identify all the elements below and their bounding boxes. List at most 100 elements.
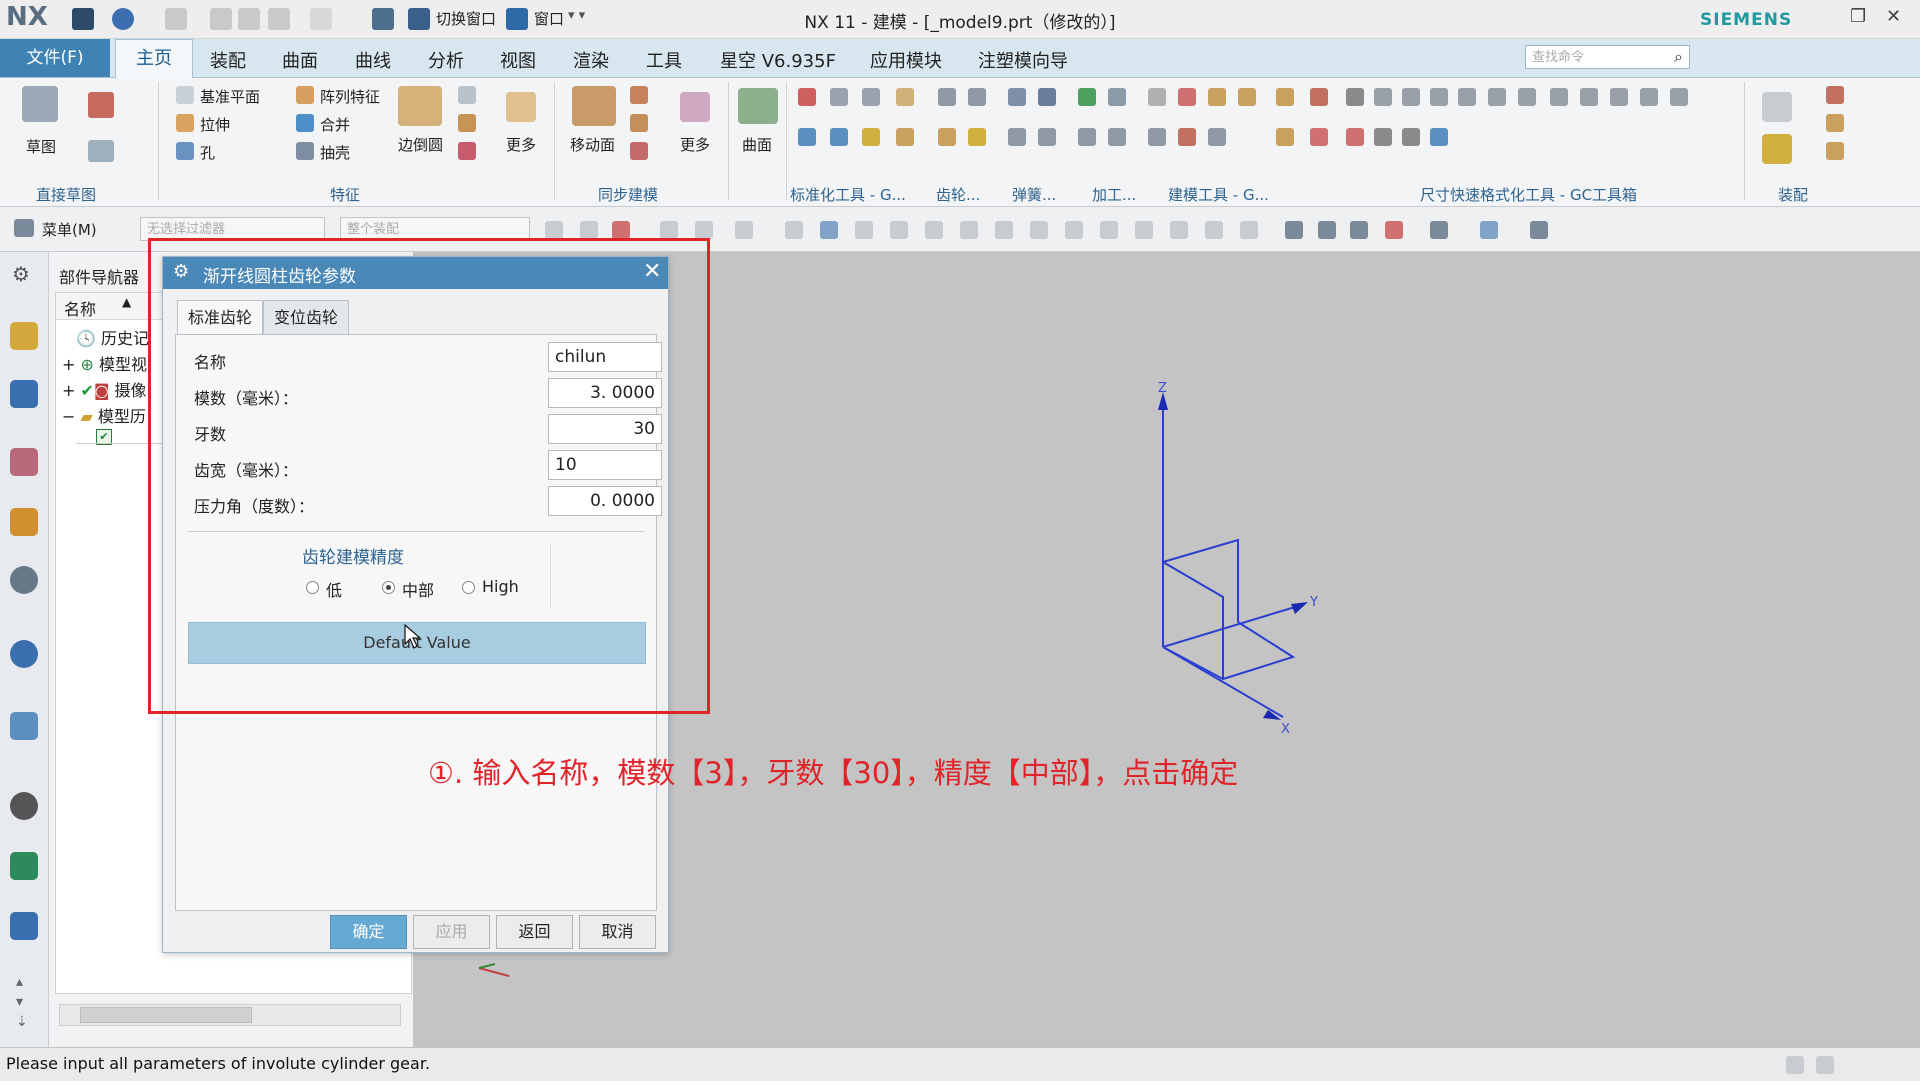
dimension-tool-icon[interactable]	[1610, 88, 1628, 106]
extrude-button[interactable]: 拉伸	[200, 114, 230, 135]
snap-icon[interactable]	[1100, 221, 1118, 239]
dimension-tool-icon[interactable]	[1346, 128, 1364, 146]
tree-row-history[interactable]: 🕓 历史记	[76, 325, 149, 349]
assembly-icon[interactable]	[1826, 86, 1844, 104]
group-dimension-format[interactable]: 尺寸快速格式化工具 - GC工具箱	[1420, 184, 1637, 205]
snap-icon[interactable]	[1135, 221, 1153, 239]
box-select-icon[interactable]	[735, 221, 753, 239]
group-machining[interactable]: 加工...	[1092, 184, 1136, 205]
resource-scroll-icon[interactable]: ▴ ▾ ⇣	[16, 972, 28, 1032]
constraint-navigator-icon[interactable]	[10, 380, 38, 408]
view-icon[interactable]	[820, 221, 838, 239]
roles-icon[interactable]	[10, 852, 38, 880]
sketch-icon[interactable]	[22, 86, 58, 122]
dimension-tool-icon[interactable]	[1458, 88, 1476, 106]
assembly-navigator-icon[interactable]	[10, 322, 38, 350]
snap-icon[interactable]	[1170, 221, 1188, 239]
dimension-tool-icon[interactable]	[1310, 88, 1328, 106]
machining-tool-icon[interactable]	[1008, 128, 1026, 146]
tab-application[interactable]: 应用模块	[870, 47, 942, 73]
collapse-icon[interactable]: −	[62, 407, 75, 426]
snap-icon[interactable]	[890, 221, 908, 239]
snap-icon[interactable]	[612, 221, 630, 239]
pattern-feature-button[interactable]: 阵列特征	[320, 86, 380, 107]
unite-button[interactable]: 合并	[320, 114, 350, 135]
command-search-input[interactable]: 查找命令	[1525, 45, 1690, 69]
snap-icon[interactable]	[855, 221, 873, 239]
spring-tool-icon[interactable]	[968, 128, 986, 146]
shell-icon[interactable]	[296, 142, 314, 160]
feature-small-icon[interactable]	[458, 114, 476, 132]
name-column-header[interactable]: 名称	[64, 296, 96, 320]
snap-icon[interactable]	[660, 221, 678, 239]
snap-icon[interactable]	[1065, 221, 1083, 239]
dimension-tool-icon[interactable]	[1670, 88, 1688, 106]
modeling-tool-icon[interactable]	[1238, 88, 1256, 106]
group-standard-tools[interactable]: 标准化工具 - G...	[790, 184, 906, 205]
dimension-tool-icon[interactable]	[1550, 88, 1568, 106]
tab-surface[interactable]: 曲面	[282, 47, 318, 73]
machining-tool-icon[interactable]	[1038, 88, 1056, 106]
standard-tool-icon[interactable]	[798, 88, 816, 106]
sync-small-icon[interactable]	[630, 142, 648, 160]
file-menu-button[interactable]: 文件(F)	[0, 39, 110, 77]
visibility-icon[interactable]	[10, 566, 38, 594]
hole-button[interactable]: 孔	[200, 142, 215, 163]
surface-button[interactable]: 曲面	[742, 134, 772, 155]
group-gear[interactable]: 齿轮...	[936, 184, 980, 205]
expand-icon[interactable]: +	[62, 381, 75, 400]
dimension-tool-icon[interactable]	[1430, 88, 1448, 106]
cancel-button[interactable]: 取消	[579, 915, 656, 949]
more-features-icon[interactable]	[506, 92, 536, 122]
sort-up-icon[interactable]: ▲	[122, 295, 131, 309]
snap-icon[interactable]	[695, 221, 713, 239]
dimension-tool-icon[interactable]	[1310, 128, 1328, 146]
dimension-tool-icon[interactable]	[1488, 88, 1506, 106]
tab-tools[interactable]: 工具	[646, 47, 682, 73]
dimension-tool-icon[interactable]	[1374, 128, 1392, 146]
sync-small-icon[interactable]	[630, 86, 648, 104]
display-icon[interactable]	[1530, 221, 1548, 239]
reuse-library-icon[interactable]	[10, 508, 38, 536]
more-sync-button[interactable]: 更多	[680, 134, 710, 155]
zoom-icon[interactable]	[1318, 221, 1336, 239]
modeling-tool-icon[interactable]	[1208, 128, 1226, 146]
surface-icon[interactable]	[738, 88, 778, 124]
tab-xingkong[interactable]: 星空 V6.935F	[720, 47, 836, 73]
triangle-icon[interactable]	[1148, 88, 1166, 106]
orient-view-icon[interactable]	[1480, 221, 1498, 239]
back-button[interactable]: 返回	[496, 915, 573, 949]
sketch-button[interactable]: 草图	[26, 136, 56, 157]
standard-tool-icon[interactable]	[830, 88, 848, 106]
view-icon[interactable]	[785, 221, 803, 239]
tab-mold-wizard[interactable]: 注塑模向导	[978, 47, 1068, 73]
spring-tool-icon[interactable]	[968, 88, 986, 106]
sync-small-icon[interactable]	[630, 114, 648, 132]
fullscreen-icon[interactable]	[1816, 1056, 1834, 1074]
machining-tool-icon[interactable]	[1038, 128, 1056, 146]
gear-tool-icon[interactable]	[896, 128, 914, 146]
feature-small-icon[interactable]	[458, 86, 476, 104]
apply-button[interactable]: 应用	[413, 915, 490, 949]
dimension-tool-icon[interactable]	[1640, 88, 1658, 106]
dimension-tool-icon[interactable]	[1518, 88, 1536, 106]
tab-analysis[interactable]: 分析	[428, 47, 464, 73]
dimension-tool-icon[interactable]	[1580, 88, 1598, 106]
tree-row-cameras[interactable]: + ✔◙ 摄像	[62, 377, 147, 401]
standard-tool-icon[interactable]	[830, 128, 848, 146]
profile-icon[interactable]	[88, 92, 114, 118]
dimension-tool-icon[interactable]	[1402, 128, 1420, 146]
tree-row-model-views[interactable]: + ⊕ 模型视	[62, 351, 147, 375]
gear-tool-icon[interactable]	[896, 88, 914, 106]
machining-tool-icon[interactable]	[1008, 88, 1026, 106]
gear-icon[interactable]: ⚙	[12, 262, 30, 286]
dimension-tool-icon[interactable]	[1430, 128, 1448, 146]
modeling-tool-icon[interactable]	[1078, 128, 1096, 146]
modeling-tool-icon[interactable]	[1108, 88, 1126, 106]
fit-view-icon[interactable]	[1285, 221, 1303, 239]
snap-icon[interactable]	[995, 221, 1013, 239]
dimension-tool-icon[interactable]	[1402, 88, 1420, 106]
modeling-tool-icon[interactable]	[1178, 128, 1196, 146]
web-browser-icon[interactable]	[10, 712, 38, 740]
filter-icon[interactable]	[580, 221, 598, 239]
